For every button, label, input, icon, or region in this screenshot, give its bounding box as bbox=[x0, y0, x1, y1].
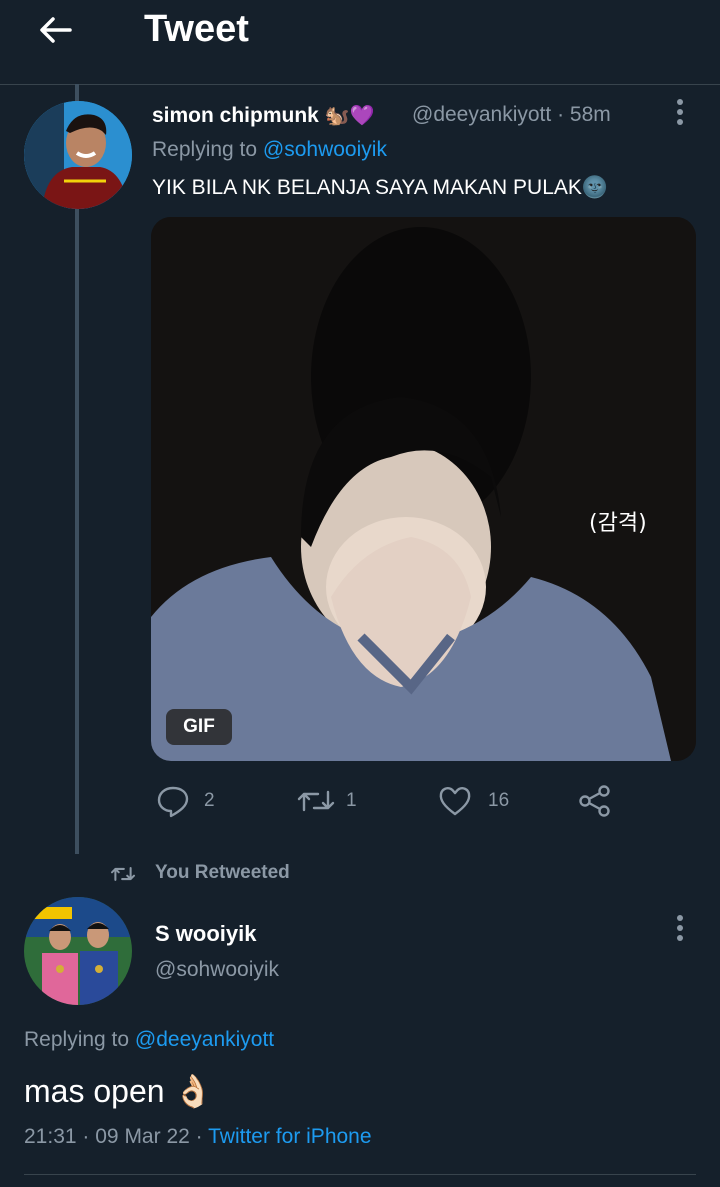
replying-prefix: Replying to bbox=[152, 138, 258, 161]
replying-to-line: Replying to @deeyankiyott bbox=[24, 1028, 274, 1052]
reply-author-handle[interactable]: @deeyankiyott bbox=[412, 103, 551, 126]
avatar[interactable] bbox=[24, 897, 132, 1005]
heart-icon bbox=[439, 787, 471, 816]
avatar[interactable] bbox=[24, 101, 132, 209]
top-bar: Tweet bbox=[0, 0, 720, 85]
replying-to-mention[interactable]: @deeyankiyott bbox=[135, 1028, 274, 1051]
meta-separator: · bbox=[82, 1125, 90, 1148]
you-retweeted-label: You Retweeted bbox=[155, 862, 290, 883]
main-tweet-text: mas open 👌🏻 bbox=[24, 1073, 214, 1109]
reply-action[interactable]: 2 bbox=[156, 784, 226, 818]
more-options-icon[interactable] bbox=[675, 98, 685, 128]
like-count: 16 bbox=[488, 790, 510, 811]
reply-tweet-text: YIK BILA NK BELANJA SAYA MAKAN PULAK🌚 bbox=[152, 176, 609, 199]
gif-media[interactable]: (감격) bbox=[151, 217, 696, 761]
main-author-handle[interactable]: @sohwooiyik bbox=[155, 958, 279, 982]
reply-icon bbox=[157, 786, 189, 818]
tweet-timestamp-line: 21:31 · 09 Mar 22 · Twitter for iPhone bbox=[24, 1125, 372, 1149]
arrow-left-icon[interactable] bbox=[36, 10, 76, 50]
reply-author-name[interactable]: simon chipmunk 🐿️💜 bbox=[152, 103, 375, 128]
more-options-icon[interactable] bbox=[675, 914, 685, 944]
gif-badge: GIF bbox=[166, 709, 232, 745]
replying-to-mention[interactable]: @sohwooiyik bbox=[263, 138, 387, 161]
reply-count: 2 bbox=[204, 790, 215, 811]
page-title: Tweet bbox=[144, 8, 249, 50]
reply-timestamp[interactable]: 58m bbox=[570, 103, 611, 126]
author-emoji-badges: 🐿️💜 bbox=[324, 105, 375, 127]
tweet-time[interactable]: 21:31 bbox=[24, 1125, 77, 1148]
retweet-icon bbox=[297, 790, 335, 812]
tweet-date[interactable]: 09 Mar 22 bbox=[95, 1125, 190, 1148]
like-action[interactable]: 16 bbox=[438, 784, 518, 818]
meta-separator: · bbox=[195, 1125, 203, 1148]
retweet-small-icon bbox=[110, 867, 136, 881]
retweet-count: 1 bbox=[346, 790, 357, 811]
main-author-name[interactable]: S wooiyik bbox=[155, 921, 256, 947]
reply-meta: @deeyankiyott · 58m bbox=[412, 103, 611, 127]
gif-caption-text: (감격) bbox=[589, 511, 647, 536]
tweet-source-link[interactable]: Twitter for iPhone bbox=[208, 1125, 371, 1148]
replying-prefix: Replying to bbox=[24, 1028, 130, 1051]
bottom-divider bbox=[24, 1174, 696, 1175]
meta-separator: · bbox=[557, 103, 565, 126]
share-icon[interactable] bbox=[578, 784, 612, 818]
replying-to-line: Replying to @sohwooiyik bbox=[152, 138, 387, 162]
author-name-text: simon chipmunk bbox=[152, 104, 319, 127]
retweet-action[interactable]: 1 bbox=[296, 784, 366, 818]
